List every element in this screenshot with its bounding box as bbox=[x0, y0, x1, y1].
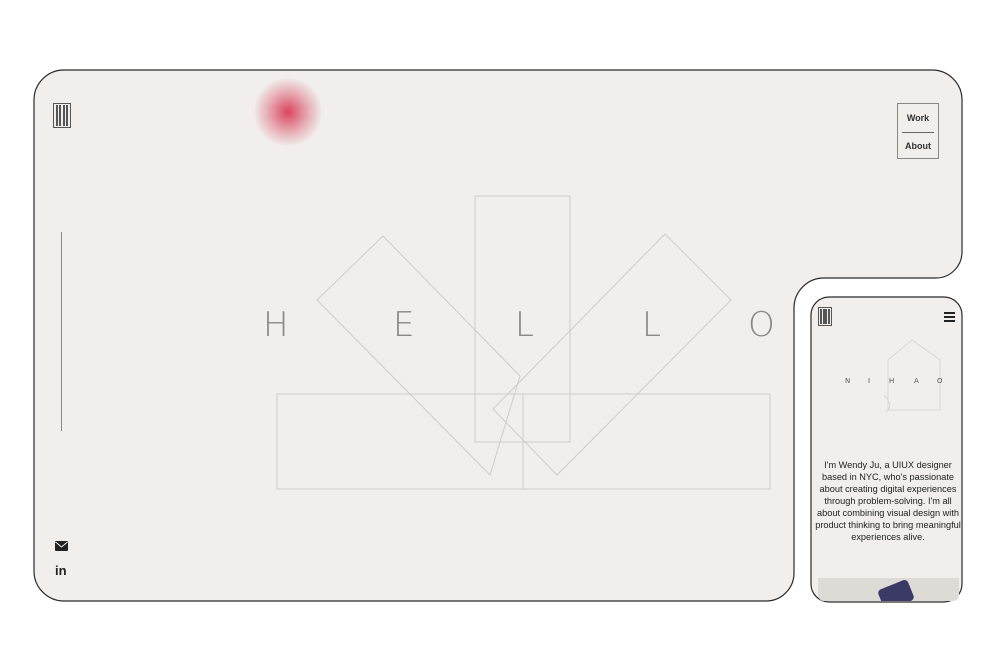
nihao-letter-i: I bbox=[868, 377, 871, 385]
nihao-letter-o: O bbox=[937, 377, 943, 385]
hello-letter-l2: L bbox=[642, 305, 661, 345]
phone-device-image bbox=[877, 578, 915, 601]
nav-work-link[interactable]: Work bbox=[898, 113, 938, 123]
project-preview-image[interactable] bbox=[818, 578, 959, 601]
scroll-indicator-line bbox=[61, 232, 62, 431]
nav-divider bbox=[902, 132, 934, 133]
bio-text: I'm Wendy Ju, a UIUX designer based in N… bbox=[815, 460, 961, 542]
nihao-letter-n: N bbox=[845, 377, 851, 385]
nav-menu: Work About bbox=[897, 103, 939, 159]
hello-letter-e: E bbox=[393, 305, 415, 345]
device-frames bbox=[33, 69, 963, 603]
hello-letter-o: O bbox=[748, 305, 775, 345]
nihao-letter-a: A bbox=[914, 377, 919, 385]
phone-frame bbox=[810, 296, 963, 603]
mobile-logo-bars-icon[interactable] bbox=[818, 307, 832, 326]
mail-icon[interactable] bbox=[55, 541, 68, 551]
nihao-letter-h: H bbox=[889, 377, 895, 385]
cursor-glow bbox=[254, 78, 322, 146]
hamburger-menu-icon[interactable] bbox=[944, 312, 955, 322]
hello-letter-l1: L bbox=[515, 305, 534, 345]
hello-letter-h: H bbox=[263, 305, 289, 345]
logo-bars-icon[interactable] bbox=[53, 103, 71, 128]
linkedin-icon[interactable]: in bbox=[55, 563, 67, 578]
nav-about-link[interactable]: About bbox=[898, 141, 938, 151]
